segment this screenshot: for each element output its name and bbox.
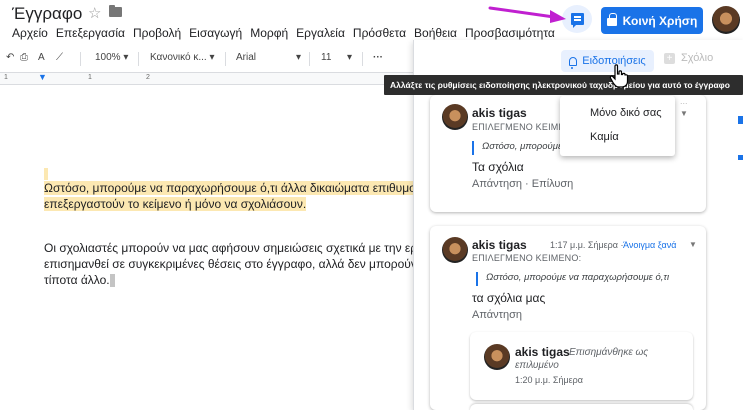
doc-paragraph-1-line-1[interactable]: Ωστόσο, μπορούμε να παραχωρήσουμε ό,τι ά… xyxy=(44,180,416,196)
account-avatar[interactable] xyxy=(712,6,740,34)
chevron-down-icon[interactable]: ▼ xyxy=(689,240,697,249)
avatar xyxy=(442,104,468,130)
comment-author: akis tigas xyxy=(472,106,527,120)
hand-cursor-icon xyxy=(609,64,629,88)
notifications-dropdown: Μόνο δικό σας Καμία xyxy=(560,96,675,156)
share-button[interactable]: Κοινή Χρήση xyxy=(601,7,703,34)
font-value: Arial xyxy=(236,52,257,63)
avatar xyxy=(442,237,468,263)
doc-paragraph-2-line-3[interactable]: τίποτα άλλο. xyxy=(44,272,416,288)
reopen-link[interactable]: Άνοιγμα ξανά xyxy=(623,240,676,250)
highlighted-text: Ωστόσο, μπορούμε να παραχωρήσουμε ό,τι ά… xyxy=(44,181,416,195)
menu-bar: Αρχείο Επεξεργασία Προβολή Εισαγωγή Μορφ… xyxy=(12,26,563,40)
indent-marker[interactable]: ▼ xyxy=(38,72,47,82)
selected-text-label: ΕΠΙΛΕΓΜΕΝΟ ΚΕΙΜΕΝΟ: xyxy=(472,253,582,263)
ruler-mark: 1 xyxy=(4,74,8,81)
reply-status: Επισημάνθηκε ως xyxy=(569,347,649,358)
lock-icon xyxy=(606,13,617,26)
tooltip: Αλλάξτε τις ρυθμίσεις ειδοποίησης ηλεκτρ… xyxy=(384,75,743,95)
dropdown-option-only-yours[interactable]: Μόνο δικό σας xyxy=(590,107,662,119)
font-size-select[interactable]: 11 xyxy=(321,52,331,63)
annotation-arrow xyxy=(488,6,566,23)
menu-format[interactable]: Μορφή xyxy=(250,26,288,40)
font-size-caret[interactable]: ▾ xyxy=(347,52,352,63)
undo-icon[interactable]: ↶ xyxy=(6,52,14,63)
doc-paragraph-2-line-2[interactable]: επισημανθεί σε συγκεκριμένες θέσεις στο … xyxy=(44,256,416,272)
menu-help[interactable]: Βοήθεια xyxy=(414,26,457,40)
reply-status-2: επιλυμένο xyxy=(515,360,559,371)
comment-quote: Ωστόσο, μπορούμε... xyxy=(472,141,570,155)
zoom-select[interactable]: 100% ▾ xyxy=(95,52,128,63)
style-value: Κανονικό κ... xyxy=(150,52,207,63)
menu-view[interactable]: Προβολή xyxy=(133,26,181,40)
highlight-marker xyxy=(44,168,48,180)
chevron-down-icon[interactable]: ▼ xyxy=(680,109,688,118)
menu-insert[interactable]: Εισαγωγή xyxy=(189,26,242,40)
side-indicator xyxy=(738,155,743,160)
reply-action[interactable]: Απάντηση xyxy=(472,309,522,321)
side-indicator xyxy=(738,116,743,124)
zoom-value: 100% xyxy=(95,52,121,63)
menu-accessibility[interactable]: Προσβασιμότητα xyxy=(465,26,555,40)
menu-edit[interactable]: Επεξεργασία xyxy=(56,26,125,40)
more-button[interactable]: ··· xyxy=(373,52,383,63)
comment-quote: Ωστόσο, μπορούμε να παραχωρήσουμε ό,τι xyxy=(476,272,669,286)
paint-format-icon[interactable]: ⟋ xyxy=(56,52,63,63)
comment-text: Τα σχόλια xyxy=(472,160,524,174)
menu-file[interactable]: Αρχείο xyxy=(12,26,48,40)
menu-addons[interactable]: Πρόσθετα xyxy=(353,26,406,40)
reply-time: 1:20 μ.μ. Σήμερα xyxy=(515,375,583,385)
star-icon[interactable]: ☆ xyxy=(88,4,101,22)
comment-actions[interactable]: Απάντηση · Επίλυση xyxy=(472,178,573,190)
selected-text-label: ΕΠΙΛΕΓΜΕΝΟ ΚΕΙΜΕ xyxy=(472,122,565,132)
doc-text: τίποτα άλλο. xyxy=(44,273,110,287)
add-comment-button[interactable]: + Σχόλιο xyxy=(664,52,713,64)
doc-paragraph-1-line-2[interactable]: επεξεργαστούν το κείμενο ή μόνο να σχολι… xyxy=(44,196,416,212)
print-icon[interactable]: ⎙ xyxy=(20,52,28,63)
font-select-caret[interactable]: ▾ xyxy=(296,52,301,63)
spellcheck-icon[interactable]: A xyxy=(38,52,45,63)
share-label: Κοινή Χρήση xyxy=(622,13,698,28)
comment-time: 1:17 μ.μ. Σήμερα · xyxy=(550,240,624,250)
comment-time: ... xyxy=(680,96,688,106)
notifications-button[interactable]: Ειδοποιήσεις xyxy=(561,50,654,72)
comment-author: akis tigas xyxy=(472,238,527,252)
font-size-value: 11 xyxy=(321,52,332,63)
folder-icon[interactable] xyxy=(109,5,122,17)
reply-author: akis tigas xyxy=(515,345,570,359)
ruler-mark: 2 xyxy=(146,74,150,81)
comments-button[interactable] xyxy=(562,5,592,33)
dropdown-option-none[interactable]: Καμία xyxy=(590,131,619,143)
bell-icon xyxy=(569,56,578,69)
next-card xyxy=(470,404,693,410)
add-comment-label: Σχόλιο xyxy=(681,52,714,64)
add-icon: + xyxy=(664,52,675,64)
comment-icon xyxy=(570,13,584,28)
doc-title[interactable]: Έγγραφο xyxy=(12,4,82,24)
ruler: 1 ▼ 1 2 xyxy=(0,72,420,85)
doc-paragraph-2-line-1[interactable]: Οι σχολιαστές μπορούν να μας αφήσουν σημ… xyxy=(44,240,416,256)
highlighted-text: επεξεργαστούν το κείμενο ή μόνο να σχολι… xyxy=(44,197,307,211)
comment-text: τα σχόλια μας xyxy=(472,291,546,305)
menu-tools[interactable]: Εργαλεία xyxy=(296,26,345,40)
font-select[interactable]: Arial xyxy=(236,52,256,63)
style-select[interactable]: Κανονικό κ... ▾ xyxy=(150,52,214,63)
ruler-mark: 1 xyxy=(88,74,92,81)
avatar xyxy=(484,344,510,370)
text-cursor xyxy=(109,274,115,288)
